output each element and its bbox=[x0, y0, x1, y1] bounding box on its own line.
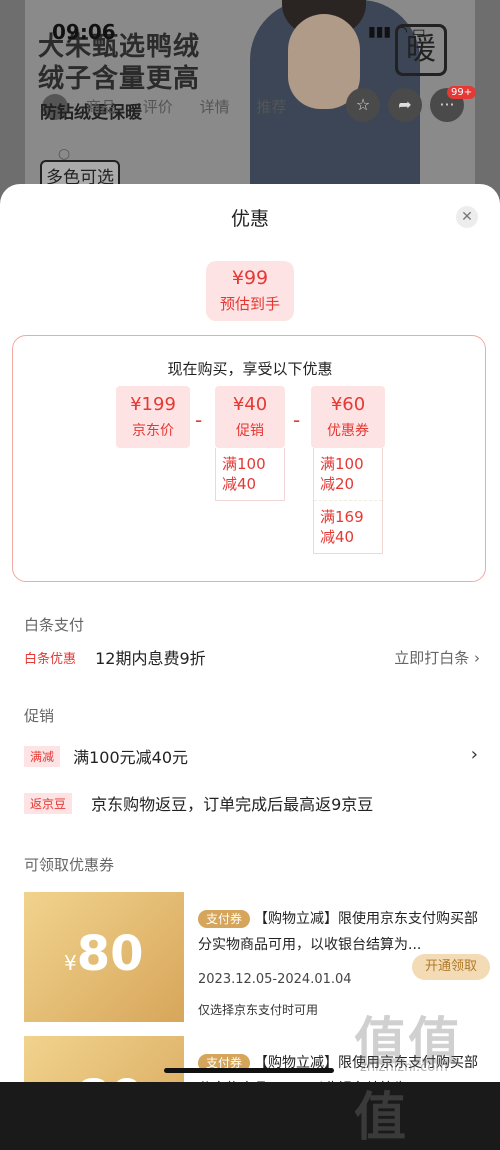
coupon-amount: ¥60 bbox=[330, 394, 366, 415]
calc-header: 现在购买，享受以下优惠 bbox=[167, 360, 333, 378]
promo-conditions: 满100 减40 bbox=[215, 448, 285, 501]
final-price-label: 预估到手 bbox=[219, 295, 280, 313]
coupon-amount: 80 bbox=[76, 926, 144, 982]
coupon-value: ¥80 bbox=[64, 926, 144, 982]
jd-price-label: 京东价 bbox=[132, 423, 174, 439]
home-indicator[interactable] bbox=[164, 1068, 334, 1073]
chevron-right-icon[interactable]: › bbox=[471, 744, 478, 765]
promo-amount: ¥40 bbox=[232, 394, 268, 415]
coupon-value-panel: ¥80 bbox=[24, 1036, 184, 1082]
coupon-label: 优惠券 bbox=[327, 423, 369, 439]
tab-product[interactable]: 商品 bbox=[86, 98, 116, 116]
promotion-row[interactable]: 满减 满100元减40元 › bbox=[24, 744, 480, 768]
coupon-condition: 满100 减20 bbox=[320, 455, 364, 493]
minus-sign: - bbox=[293, 408, 301, 432]
coupon-value: ¥80 bbox=[64, 1070, 144, 1082]
promo-box: ¥40 促销 bbox=[215, 386, 285, 448]
coupon-title: 支付券【购物立减】限使用京东支付购买部分实物商品可用，以收银台结算为... bbox=[198, 906, 482, 958]
baitiao-link[interactable]: 立即打白条 › bbox=[394, 647, 480, 668]
final-price: ¥99 bbox=[231, 267, 269, 289]
coupon-value-panel: ¥80 bbox=[24, 892, 184, 1022]
baitiao-text: 12期内息费9折 bbox=[95, 649, 206, 668]
coupons-section-title: 可领取优惠券 bbox=[24, 856, 115, 874]
banner-headline-2: 绒子含量更高 bbox=[38, 64, 201, 94]
promotion-row: 返京豆 京东购物返豆，订单完成后最高返9京豆 bbox=[24, 791, 480, 815]
coupon-tag: 支付券 bbox=[198, 910, 251, 928]
tab-recommend[interactable]: 推荐 bbox=[256, 98, 286, 116]
baitiao-tag: 白条优惠 bbox=[24, 651, 77, 667]
price-calculation: 现在购买，享受以下优惠 ¥199 京东价 - ¥40 促销 - ¥60 优惠券 … bbox=[12, 335, 486, 582]
coupon-currency: ¥ bbox=[64, 951, 77, 975]
watermark-url: zhizhizhi.com bbox=[360, 1060, 448, 1075]
tab-details[interactable]: 详情 bbox=[200, 98, 230, 116]
claim-coupon-button[interactable]: 开通领取 bbox=[412, 954, 490, 980]
promotion-tag: 满减 bbox=[24, 745, 61, 767]
promo-label: 促销 bbox=[236, 423, 264, 439]
status-time: 09:06 bbox=[52, 20, 116, 44]
product-nav-tabs: 商品 评价 详情 推荐 bbox=[86, 96, 308, 117]
baitiao-row[interactable]: 白条优惠 12期内息费9折 立即打白条 › bbox=[24, 645, 480, 669]
promotion-text: 京东购物返豆，订单完成后最高返9京豆 bbox=[91, 795, 374, 814]
promotions-section-title: 促销 bbox=[24, 707, 55, 725]
coupon-condition: 满169 减40 bbox=[314, 500, 382, 553]
nuan-logo: 暖 bbox=[395, 24, 447, 76]
jd-price-box: ¥199 京东价 bbox=[116, 386, 190, 448]
star-icon[interactable]: ☆ bbox=[346, 88, 380, 122]
coupon-box: ¥60 优惠券 bbox=[311, 386, 385, 448]
promotion-text: 满100元减40元 bbox=[73, 748, 189, 767]
coupon-conditions: 满100 减20 满169 减40 bbox=[313, 448, 383, 554]
jd-price: ¥199 bbox=[130, 394, 176, 415]
baitiao-section-title: 白条支付 bbox=[24, 616, 85, 634]
share-icon[interactable]: ➦ bbox=[388, 88, 422, 122]
discount-sheet: 优惠 ✕ ¥99 预估到手 现在购买，享受以下优惠 ¥199 京东价 - ¥40… bbox=[0, 184, 500, 1082]
minus-sign: - bbox=[195, 408, 203, 432]
close-icon[interactable]: ✕ bbox=[456, 206, 478, 228]
coupon-amount: 80 bbox=[77, 1070, 144, 1082]
promo-condition: 满100 减40 bbox=[222, 455, 266, 493]
tab-reviews[interactable]: 评价 bbox=[143, 98, 173, 116]
promotion-tag: 返京豆 bbox=[24, 792, 73, 814]
sheet-title: 优惠 bbox=[230, 208, 269, 230]
cart-badge: 99+ bbox=[447, 86, 477, 99]
final-price-box: ¥99 预估到手 bbox=[206, 261, 294, 321]
watermark: 值值值 bbox=[354, 1013, 463, 1148]
